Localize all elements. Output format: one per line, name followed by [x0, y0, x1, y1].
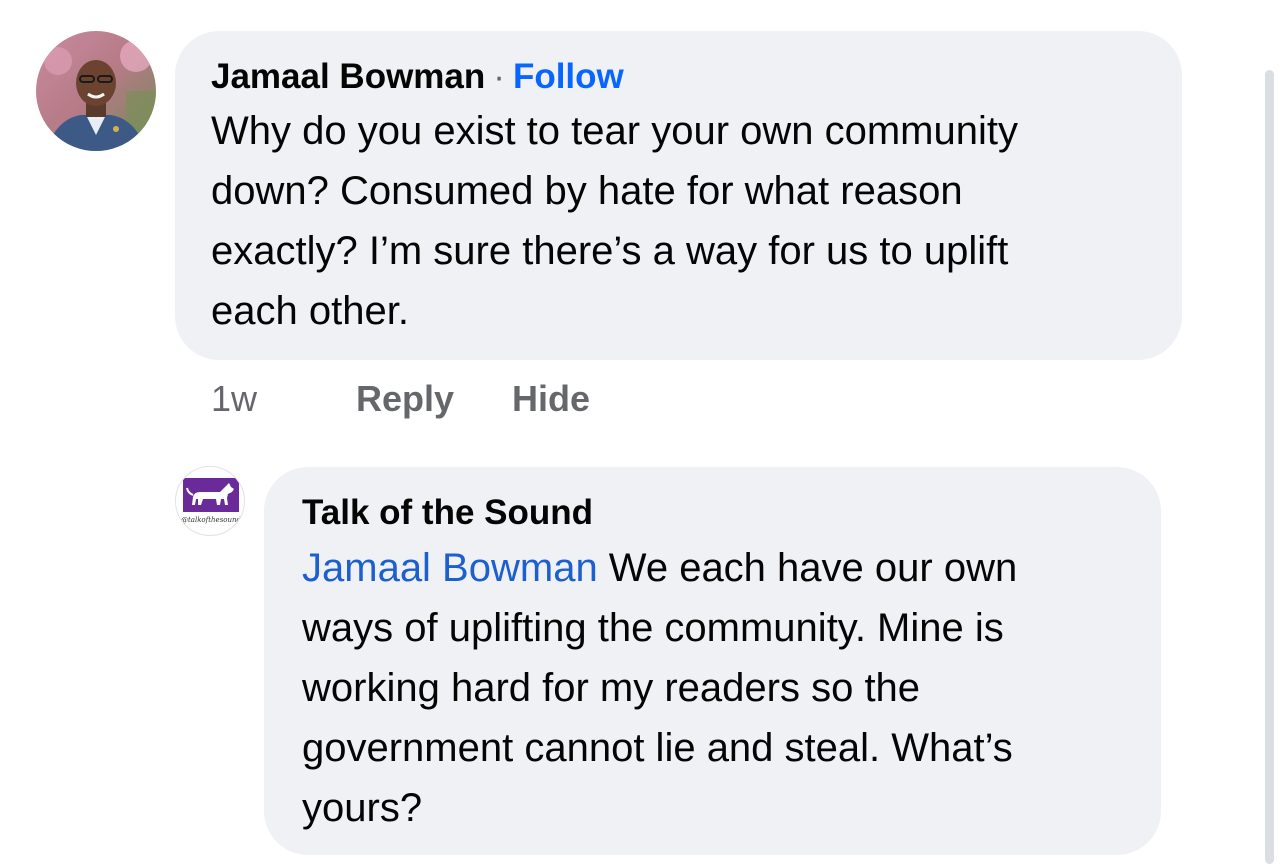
avatar[interactable]: [36, 31, 156, 151]
logo-caption: @talkofthesound: [181, 516, 242, 524]
mention-link[interactable]: Jamaal Bowman: [302, 546, 598, 590]
reply-avatar[interactable]: @talkofthesound: [175, 466, 245, 536]
reply-text-line: working hard for my readers so the: [302, 666, 921, 710]
comment-text-line: Why do you exist to tear your own commun…: [211, 109, 1018, 153]
comment-author-line: Jamaal Bowman · Follow: [211, 57, 624, 97]
reply-text-line: Jamaal Bowman We each have our own: [302, 538, 1017, 598]
comment-timestamp[interactable]: 1w: [211, 378, 257, 420]
comment-thread: Jamaal Bowman · Follow Why do you exist to…: [0, 0, 1284, 864]
reply-author-name[interactable]: Talk of the Sound: [302, 493, 593, 533]
reply-button[interactable]: Reply: [356, 378, 454, 420]
separator-dot: ·: [493, 57, 505, 96]
follow-button[interactable]: Follow: [513, 57, 624, 96]
hide-button[interactable]: Hide: [512, 378, 590, 420]
profile-photo: [36, 31, 156, 151]
reply-text-segment: We each have our own: [597, 546, 1018, 590]
reply-text-line: ways of uplifting the community. Mine is: [302, 606, 1004, 650]
scrollbar[interactable]: [1265, 70, 1274, 864]
comment-author-name[interactable]: Jamaal Bowman: [211, 57, 485, 96]
comment-text-line: each other.: [211, 289, 409, 333]
comment-text-line: down? Consumed by hate for what reason: [211, 169, 963, 213]
reply-text-line: yours?: [302, 786, 423, 830]
talk-of-the-sound-logo: @talkofthesound: [181, 478, 242, 524]
reply-text-line: government cannot lie and steal. What’s: [302, 726, 1013, 770]
comment-text-line: exactly? I’m sure there’s a way for us t…: [211, 229, 1009, 273]
